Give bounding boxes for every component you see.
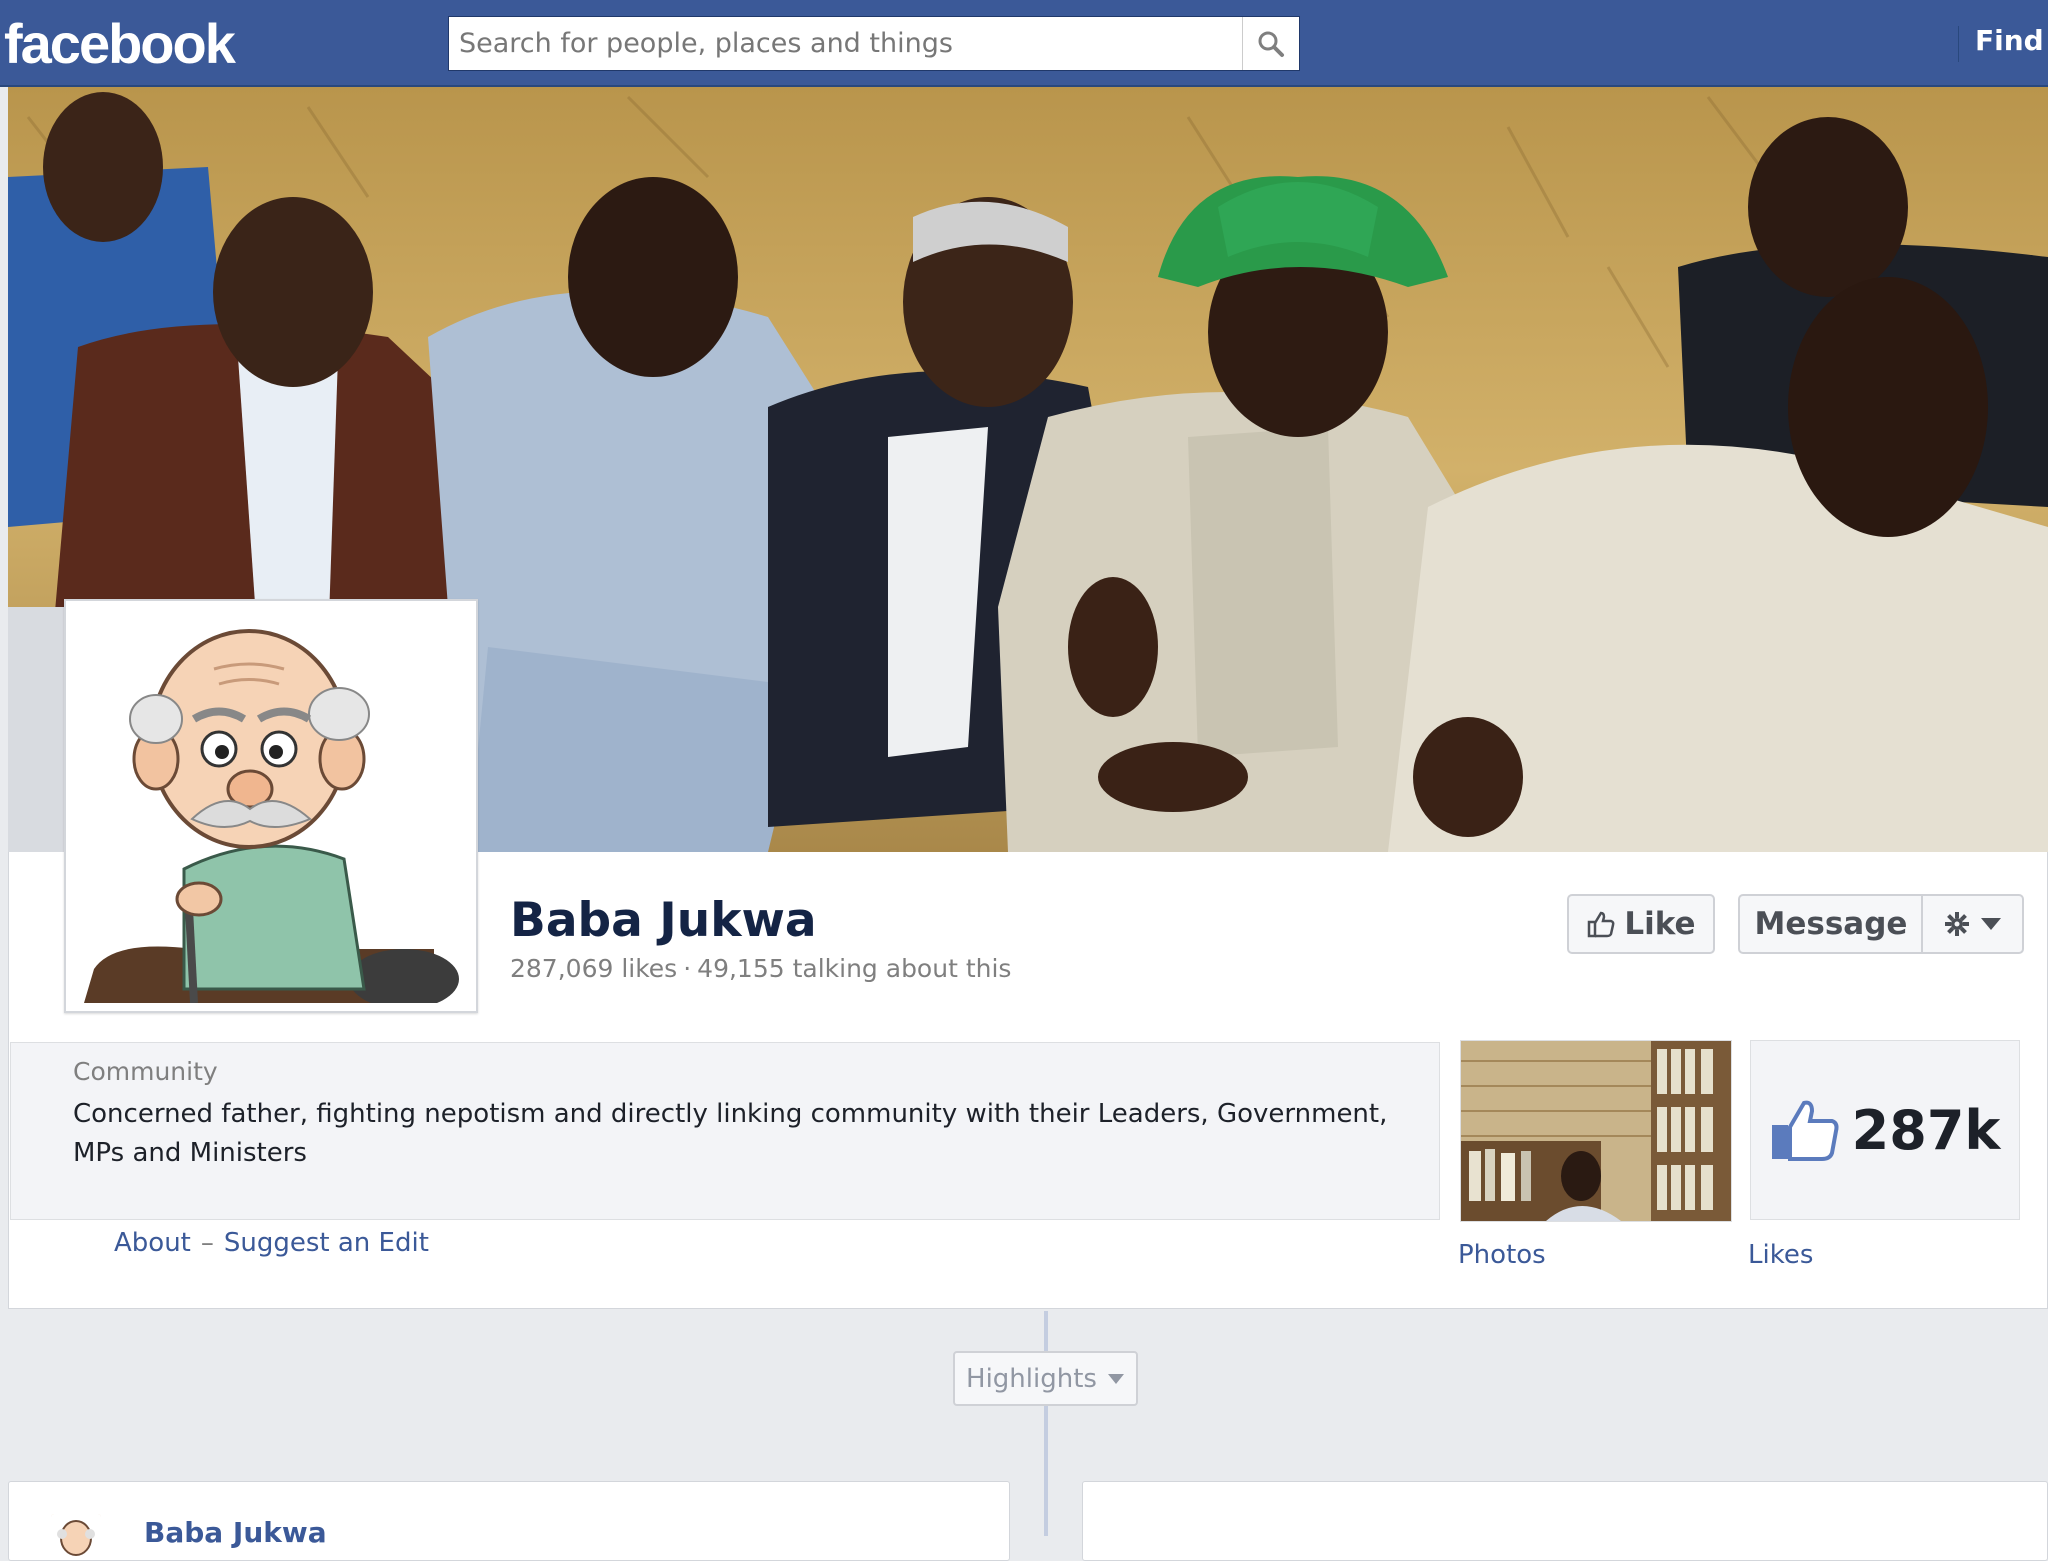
- message-button-label: Message: [1754, 906, 1908, 942]
- photos-tile-label[interactable]: Photos: [1458, 1240, 1546, 1270]
- facebook-logo[interactable]: facebook: [4, 10, 236, 78]
- about-links-separator: –: [200, 1228, 214, 1258]
- likes-tile-count: 287k: [1851, 1098, 2001, 1162]
- about-link[interactable]: About: [114, 1228, 191, 1258]
- thumbs-up-icon: [1588, 911, 1615, 938]
- about-info-box: Community Concerned father, fighting nep…: [10, 1042, 1440, 1220]
- settings-dropdown-button[interactable]: [1921, 894, 2024, 954]
- likes-count-text[interactable]: 287,069 likes: [510, 954, 677, 983]
- search-box: [448, 16, 1300, 71]
- stats-separator: ·: [683, 954, 692, 983]
- highlights-label: Highlights: [966, 1363, 1097, 1394]
- like-button-label: Like: [1624, 906, 1696, 942]
- timeline-post-card: [1082, 1481, 2048, 1561]
- timeline-spine: [1044, 1311, 1048, 1536]
- find-friends-link[interactable]: Find F: [1975, 24, 2048, 57]
- page-description: Concerned father, fighting nepotism and …: [73, 1099, 1388, 1168]
- top-navigation-bar: facebook Find F: [0, 0, 2048, 87]
- nav-divider: [1958, 26, 1959, 62]
- caret-down-icon: [1107, 1373, 1124, 1384]
- search-button[interactable]: [1242, 17, 1299, 70]
- talking-about-text[interactable]: 49,155 talking about this: [697, 954, 1011, 983]
- profile-picture[interactable]: [64, 599, 478, 1013]
- page-title[interactable]: Baba Jukwa: [510, 893, 817, 948]
- caret-down-icon: [1980, 918, 2001, 930]
- about-links: About – Suggest an Edit: [114, 1228, 429, 1258]
- timeline-post-card: Baba Jukwa: [8, 1481, 1010, 1561]
- photos-thumbnail[interactable]: [1460, 1040, 1732, 1222]
- likes-tile-label[interactable]: Likes: [1748, 1240, 1813, 1270]
- like-button[interactable]: Like: [1567, 894, 1715, 954]
- thumbs-up-icon: [1771, 1100, 1839, 1161]
- page-category[interactable]: Community: [73, 1057, 218, 1086]
- likes-tile[interactable]: 287k: [1750, 1040, 2020, 1220]
- suggest-edit-link[interactable]: Suggest an Edit: [224, 1228, 429, 1258]
- search-icon: [1258, 31, 1284, 57]
- post-author-avatar[interactable]: [51, 1514, 101, 1560]
- message-button[interactable]: Message: [1738, 894, 1924, 954]
- page-stats: 287,069 likes · 49,155 talking about this: [510, 954, 1011, 983]
- post-author-name[interactable]: Baba Jukwa: [144, 1516, 327, 1549]
- search-input[interactable]: [449, 17, 1241, 70]
- gear-icon: [1944, 912, 1969, 936]
- highlights-dropdown[interactable]: Highlights: [953, 1351, 1138, 1406]
